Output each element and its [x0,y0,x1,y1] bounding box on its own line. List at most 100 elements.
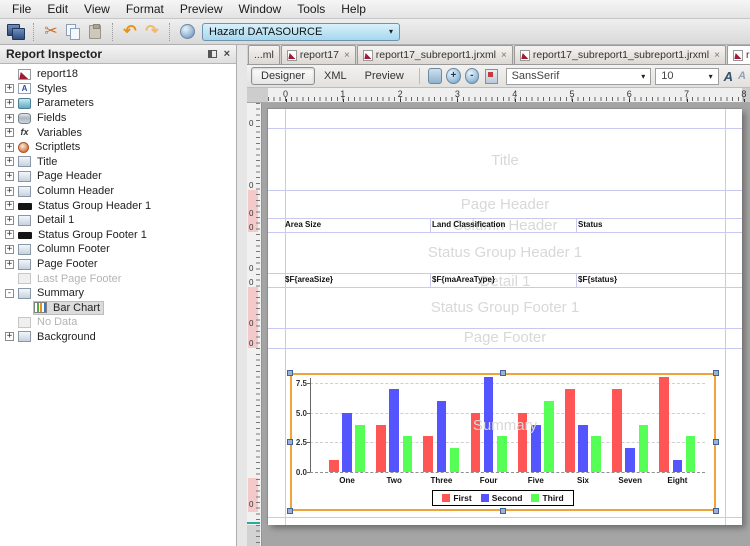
menu-view[interactable]: View [76,1,118,17]
redo-button[interactable]: ↷ [141,22,163,42]
menu-edit[interactable]: Edit [39,1,76,17]
menu-format[interactable]: Format [118,1,172,17]
close-tab-icon[interactable]: × [501,50,507,61]
selection-handle[interactable] [500,370,506,376]
y-tick-mark [307,472,310,473]
legend-label: Third [542,493,563,503]
zoom-fit-icon[interactable] [428,68,442,84]
tab-ml[interactable]: ...ml [248,45,280,64]
selection-handle[interactable] [287,370,293,376]
selection-handle[interactable] [713,508,719,514]
static-text-element[interactable]: Land Classification [432,218,505,232]
expander-icon[interactable]: + [5,157,14,166]
field-text-element[interactable]: $F{maAreaType} [432,273,495,287]
close-tab-icon[interactable]: × [714,50,720,61]
tree-item-summary[interactable]: -Summary [0,286,236,301]
tree-item-label: Column Header [36,185,114,197]
menu-window[interactable]: Window [231,1,290,17]
zoom-out-icon[interactable]: - [465,68,479,84]
styles-icon: A [18,83,31,94]
selection-handle[interactable] [713,370,719,376]
tree-item-bar-chart[interactable]: Bar Chart [0,301,236,316]
expander-icon[interactable]: + [5,114,14,123]
static-text-element[interactable]: Status [578,218,602,232]
minimize-window-icon[interactable] [208,50,217,58]
tree-item-scriptlets[interactable]: +Scriptlets [0,140,236,155]
tab-report17-subreport1-jrxml[interactable]: report17_subreport1.jrxml× [357,45,513,64]
expander-icon[interactable]: + [5,332,14,341]
xml-view-button[interactable]: XML [315,68,356,84]
cut-button[interactable]: ✂ [40,22,62,42]
copy-button[interactable] [62,22,84,42]
menu-preview[interactable]: Preview [172,1,231,17]
selection-handle[interactable] [713,439,719,445]
expander-icon[interactable]: + [5,260,14,269]
datasource-select[interactable]: Hazard DATASOURCE ▾ [202,23,400,41]
expander-icon[interactable]: + [5,201,14,210]
increase-font-icon[interactable]: A [724,69,733,84]
tree-item-styles[interactable]: +AStyles [0,82,236,97]
field-text-element[interactable]: $F{areaSize} [285,273,333,287]
expander-icon[interactable]: + [5,128,14,137]
expander-icon[interactable]: + [5,143,14,152]
band-icon [18,331,31,342]
tree-item-title[interactable]: +Title [0,155,236,170]
close-panel-icon[interactable]: × [224,49,230,60]
expander-icon[interactable]: + [5,245,14,254]
save-all-button[interactable] [5,22,27,42]
undo-button[interactable]: ↶ [119,22,141,42]
menu-file[interactable]: File [4,1,39,17]
designer-view-button[interactable]: Designer [251,67,315,85]
close-tab-icon[interactable]: × [344,50,350,61]
tree-item-report18[interactable]: report18 [0,67,236,82]
menu-tools[interactable]: Tools [289,1,333,17]
ruler-number: 0 [283,89,288,99]
expander-icon[interactable]: - [5,289,14,298]
field-text-element[interactable]: $F{status} [578,273,617,287]
tree-item-fields[interactable]: +Fields [0,111,236,126]
paste-button[interactable] [84,22,106,42]
y-tick-label: 2.5 [292,438,307,447]
expander-icon[interactable]: + [5,230,14,239]
expander-icon[interactable]: + [5,216,14,225]
selection-handle[interactable] [500,508,506,514]
tree-item-variables[interactable]: +fxVariables [0,125,236,140]
tree-item-page-header[interactable]: +Page Header [0,169,236,184]
tree-item-parameters[interactable]: + Parameters [0,96,236,111]
font-family-select[interactable]: SansSerif ▾ [506,68,652,85]
expander-icon[interactable]: + [5,84,14,93]
format-tools-icon[interactable] [485,69,498,84]
preview-view-button[interactable]: Preview [356,68,413,84]
tab-report17[interactable]: report17× [281,45,356,64]
decrease-font-icon[interactable]: A [738,70,746,82]
tree-item-last-page-footer[interactable]: Last Page Footer [0,271,236,286]
band-separator [268,348,742,349]
zoom-in-icon[interactable]: + [446,68,460,84]
bar-third-four [497,436,507,472]
menu-help[interactable]: Help [333,1,374,17]
selection-handle[interactable] [287,439,293,445]
expander-icon[interactable]: + [5,172,14,181]
tab-re[interactable]: re [727,45,750,64]
tree-item-column-header[interactable]: + Column Header [0,184,236,199]
tree-item-label: Parameters [36,97,94,109]
tree-item-no-data[interactable]: No Data [0,315,236,330]
expander-icon[interactable]: + [5,187,14,196]
script-icon [18,142,29,153]
tree-item-detail-1[interactable]: +Detail 1 [0,213,236,228]
tree-item-status-group-footer-1[interactable]: +Status Group Footer 1 [0,228,236,243]
bar-chart[interactable]: 0.02.55.07.5OneTwoThreeFourFiveSixSevenE… [290,373,716,511]
bandgrey-icon [18,273,31,284]
static-text-element[interactable]: Area Size [285,218,321,232]
tree-item-column-footer[interactable]: +Column Footer [0,242,236,257]
report-inspector-tree: report18+AStyles+Parameters+Fields+fxVar… [0,64,236,546]
tree-item-background[interactable]: +Background [0,330,236,345]
font-size-select[interactable]: 10 ▾ [655,68,718,85]
tree-item-page-footer[interactable]: +Page Footer [0,257,236,272]
expander-icon[interactable]: + [5,99,14,108]
tree-item-status-group-header-1[interactable]: +Status Group Header 1 [0,198,236,213]
tab-report17-subreport1-subreport1-jrxml[interactable]: report17_subreport1_subreport1.jrxml× [514,45,726,64]
run-datasource-button[interactable] [176,22,198,42]
selection-handle[interactable] [287,508,293,514]
panel-splitter[interactable] [237,45,247,546]
